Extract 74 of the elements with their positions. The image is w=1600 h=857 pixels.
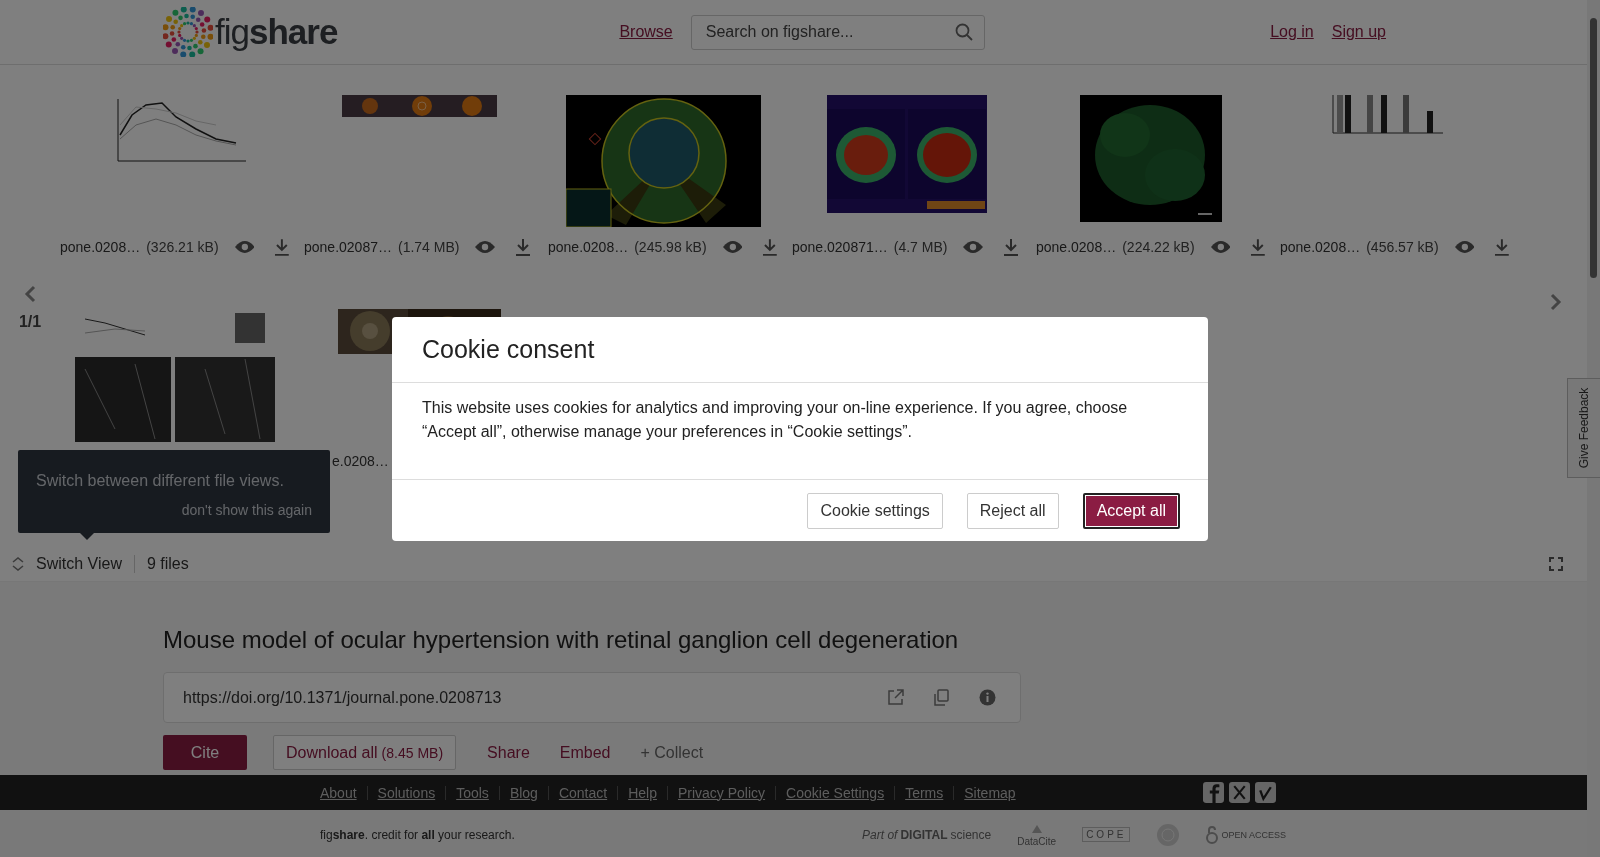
file-name[interactable]: pone.0208… <box>1280 239 1361 255</box>
dismiss-link[interactable]: don't show this again <box>181 502 312 518</box>
action-button[interactable]: + Collect <box>640 735 704 770</box>
social-icon[interactable] <box>1203 782 1224 803</box>
file-name[interactable]: pone.0208… <box>60 239 141 255</box>
partner-logo[interactable]: COPE <box>1082 827 1131 842</box>
social-icon[interactable] <box>1255 782 1276 803</box>
footer-link[interactable]: Tools <box>445 785 499 800</box>
footer-link[interactable]: Terms <box>894 785 954 800</box>
footer-link[interactable]: Contact <box>547 785 618 800</box>
fullscreen-icon[interactable] <box>1549 557 1563 571</box>
eye-icon[interactable] <box>1454 240 1475 254</box>
download-icon[interactable] <box>762 238 778 256</box>
download-icon[interactable] <box>1494 238 1510 256</box>
logo-icon[interactable] <box>163 7 213 57</box>
tooltip-text: Switch between different file views. <box>36 472 285 490</box>
file-size: (326.21 kB) <box>146 239 219 255</box>
doi-link[interactable]: https://doi.org/10.1371/journal.pone.0208713 <box>183 688 857 707</box>
file-name[interactable]: e.0208… <box>332 453 389 469</box>
chevron-left-icon[interactable] <box>24 285 36 303</box>
download-icon[interactable] <box>1003 238 1020 256</box>
dialog-text: This website uses cookies for analytics and improving your on-line experience. If you agree, choose “Accept all”, otherwise manage your preferences in “Cookie settings”. <box>422 399 1128 440</box>
eye-icon[interactable] <box>234 240 255 254</box>
file-size: (1.74 MB) <box>397 239 460 255</box>
tagline: figshare. credit for all your research. <box>320 827 515 842</box>
file-name[interactable]: pone.0208… <box>1036 239 1117 255</box>
footer-link[interactable]: Cookie Settings <box>775 785 895 800</box>
footer-link[interactable]: Help <box>617 785 667 800</box>
cite-button[interactable]: Cite <box>163 735 247 770</box>
action-button[interactable]: Download all (8.45 MB) <box>273 735 457 770</box>
search-icon[interactable] <box>954 22 973 41</box>
file-size: (456.57 kB) <box>1366 239 1439 255</box>
partner-logo[interactable]: Part of DIGITALscience <box>862 827 992 842</box>
switch-view-label[interactable]: Switch View <box>36 555 135 573</box>
action-button[interactable]: Embed <box>559 735 611 770</box>
page-indicator: 1/1 <box>18 313 42 331</box>
eye-icon[interactable] <box>963 240 984 254</box>
browse-link[interactable]: Browse <box>619 23 673 41</box>
footer-link[interactable]: Blog <box>498 785 548 800</box>
footer-link[interactable]: Sitemap <box>953 785 1026 800</box>
chevron-right-icon[interactable] <box>1549 293 1562 311</box>
copy-icon[interactable] <box>934 689 949 706</box>
footer-link[interactable]: Privacy Policy <box>666 785 776 800</box>
dialog-button[interactable]: Reject all <box>966 492 1059 529</box>
file-name[interactable]: pone.02087… <box>304 239 392 255</box>
dialog-button[interactable]: Cookie settings <box>807 492 943 529</box>
file-name[interactable]: pone.0208… <box>548 239 629 255</box>
auth-link[interactable]: Log in <box>1270 23 1314 41</box>
footer-link[interactable]: About <box>320 785 367 800</box>
download-icon[interactable] <box>1250 238 1266 256</box>
eye-icon[interactable] <box>475 240 496 254</box>
search-field[interactable]: Search on figshare... <box>690 14 985 50</box>
partner-logo[interactable]: DataCite <box>1017 822 1057 847</box>
download-icon[interactable] <box>515 238 532 256</box>
file-size: (224.22 kB) <box>1122 239 1195 255</box>
auth-link[interactable]: Sign up <box>1331 23 1386 41</box>
file-size: (245.98 kB) <box>634 239 707 255</box>
info-icon[interactable] <box>979 689 996 706</box>
dialog-title: Cookie consent <box>422 335 595 364</box>
download-icon[interactable] <box>274 238 290 256</box>
item-title: Mouse model of ocular hypertension with retinal ganglion cell degeneration <box>163 626 960 654</box>
external-link-icon[interactable] <box>887 689 904 706</box>
file-size: (4.7 MB) <box>893 239 948 255</box>
partner-logo[interactable]: OPEN ACCESS <box>1206 825 1286 844</box>
eye-icon[interactable] <box>1210 240 1231 254</box>
file-count: 9 files <box>146 555 189 573</box>
switch-view-icon[interactable] <box>12 557 24 571</box>
file-name[interactable]: pone.020871… <box>792 239 888 255</box>
logo-text[interactable]: figshare <box>215 12 338 52</box>
footer-link[interactable]: Solutions <box>366 785 446 800</box>
dialog-button[interactable]: Accept all <box>1082 492 1180 529</box>
social-icon[interactable] <box>1229 782 1250 803</box>
eye-icon[interactable] <box>722 240 743 254</box>
action-button[interactable]: Share <box>487 735 530 770</box>
